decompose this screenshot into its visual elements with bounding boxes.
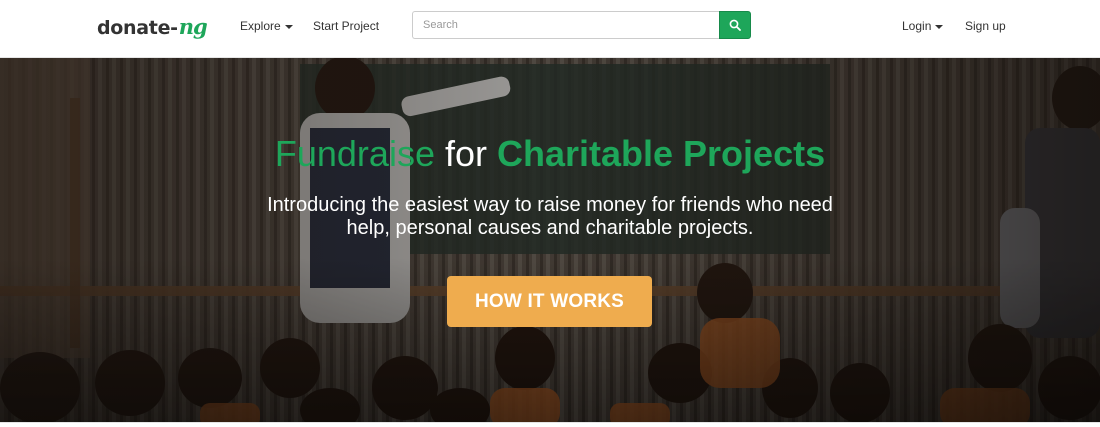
nav-login-label: Login xyxy=(902,19,932,33)
hero-title-part3: Charitable Projects xyxy=(496,133,826,174)
nav-signup-label: Sign up xyxy=(965,19,1006,33)
logo-text: donate- xyxy=(97,17,178,39)
nav-start-project[interactable]: Start Project xyxy=(313,19,379,33)
hero-section: Fundraise for Charitable Projects Introd… xyxy=(0,58,1100,422)
nav-explore-dropdown[interactable]: Explore xyxy=(240,19,293,33)
nav-explore-label: Explore xyxy=(240,19,281,33)
hero-title-part2: for xyxy=(434,133,497,174)
logo-accent-text: ng xyxy=(178,14,208,39)
nav-signup-link[interactable]: Sign up xyxy=(965,19,1006,33)
hero-title-part1: Fundraise xyxy=(274,133,435,174)
search-button[interactable] xyxy=(719,11,751,39)
nav-start-project-label: Start Project xyxy=(313,19,380,33)
hero-dark-overlay xyxy=(0,58,1100,422)
chevron-down-icon xyxy=(284,24,293,29)
nav-login-dropdown[interactable]: Login xyxy=(902,19,944,33)
search-icon xyxy=(729,19,741,31)
search-input[interactable] xyxy=(412,11,719,39)
site-logo[interactable]: donate- ng xyxy=(97,14,208,40)
page-bottom-divider xyxy=(0,422,1100,427)
how-it-works-button[interactable]: HOW IT WORKS xyxy=(447,276,652,327)
hero-subtitle: Introducing the easiest way to raise mon… xyxy=(267,194,833,239)
chevron-down-icon xyxy=(935,24,944,29)
top-navbar: donate- ng Explore Start Project Login S… xyxy=(0,0,1100,58)
search-bar xyxy=(412,11,751,39)
hero-title: Fundraise for Charitable Projects xyxy=(0,132,1100,176)
